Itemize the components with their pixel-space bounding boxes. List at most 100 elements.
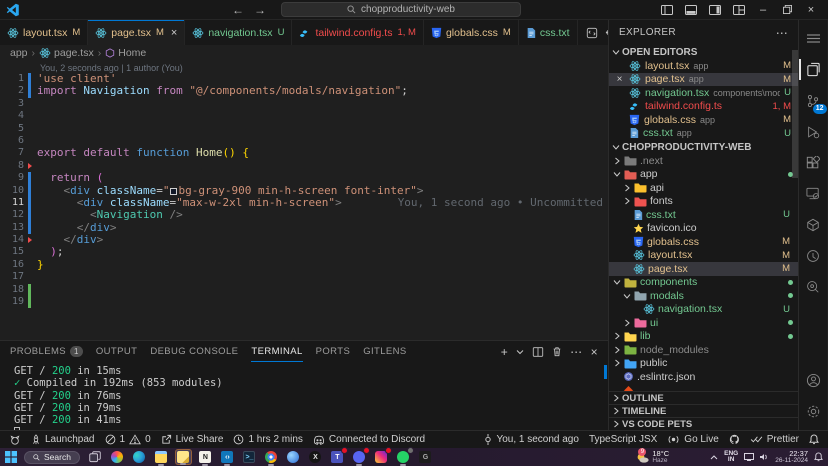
open-editors-section-header[interactable]: OPEN EDITORS — [609, 45, 798, 59]
tab-layout.tsx[interactable]: layout.tsxM — [0, 20, 88, 45]
taskbar-app-file-explorer[interactable] — [153, 449, 170, 465]
panel-tab-output[interactable]: OUTPUT — [96, 341, 137, 362]
tree-item-partial[interactable] — [609, 384, 798, 392]
tree-item-app[interactable]: app — [609, 168, 798, 182]
status-vscode-pets[interactable] — [4, 431, 26, 448]
explorer-more-actions-icon[interactable]: ⋯ — [776, 26, 788, 40]
tree-item-ui[interactable]: ui — [609, 316, 798, 330]
start-button-icon[interactable] — [5, 451, 17, 463]
customize-layout-icon[interactable] — [728, 1, 750, 19]
status-live-share[interactable]: Live Share — [156, 431, 229, 448]
tray-expand-icon[interactable] — [710, 455, 718, 460]
terminal-dropdown-icon[interactable] — [516, 349, 524, 355]
toggle-panel-icon[interactable] — [680, 1, 702, 19]
tree-item-.eslintrc.json[interactable]: .eslintrc.json — [609, 370, 798, 384]
taskbar-app-instagram[interactable] — [373, 449, 390, 465]
status-notifications[interactable] — [804, 431, 824, 448]
toggle-sidebar-icon[interactable] — [656, 1, 678, 19]
taskbar-app-xbox[interactable]: X — [307, 449, 324, 465]
close-tab-icon[interactable]: × — [171, 27, 177, 39]
cast-icon[interactable] — [744, 453, 754, 461]
status-git-blame[interactable]: You, 1 second ago — [479, 431, 583, 448]
open-changes-icon[interactable] — [586, 27, 598, 39]
section-timeline[interactable]: TIMELINE — [609, 404, 798, 417]
activity-account[interactable] — [799, 365, 828, 396]
tree-item-node_modules[interactable]: node_modules — [609, 343, 798, 357]
status-github[interactable] — [724, 431, 745, 448]
taskbar-search[interactable]: Search — [24, 451, 80, 464]
tree-item-favicon.ico[interactable]: favicon.ico — [609, 222, 798, 236]
activity-explorer[interactable] — [799, 54, 828, 85]
status-launchpad[interactable]: Launchpad — [26, 431, 100, 448]
activity-gitlens[interactable] — [799, 240, 828, 271]
taskbar-app-opera-gx[interactable]: G — [417, 449, 434, 465]
tree-item-globals.css[interactable]: globals.cssM — [609, 235, 798, 249]
language-indicator[interactable]: ENGIN — [724, 451, 738, 464]
taskbar-app-discord[interactable] — [351, 449, 368, 465]
panel-tab-ports[interactable]: PORTS — [316, 341, 351, 362]
tree-item-navigation.tsx[interactable]: navigation.tsxU — [609, 303, 798, 317]
volume-icon[interactable] — [760, 453, 769, 461]
tab-page.tsx[interactable]: page.tsxM× — [88, 20, 185, 45]
toggle-secondary-sidebar-icon[interactable] — [704, 1, 726, 19]
tree-item-fonts[interactable]: fonts — [609, 195, 798, 209]
panel-tab-terminal[interactable]: TERMINAL — [251, 341, 302, 362]
activity-dependencies[interactable] — [799, 209, 828, 240]
open-editor-layout.tsx[interactable]: layout.tsxappM — [609, 59, 798, 73]
taskbar-app-edge[interactable] — [131, 449, 148, 465]
taskbar-app-vscode[interactable]: ‹› — [219, 449, 236, 465]
terminal-scrollbar[interactable] — [604, 365, 607, 379]
status-go-live[interactable]: Go Live — [662, 431, 723, 448]
taskbar-app-notion[interactable]: N — [197, 449, 214, 465]
new-terminal-button[interactable]: + — [501, 345, 508, 359]
close-panel-icon[interactable]: × — [591, 345, 598, 359]
activity-run-debug[interactable] — [799, 116, 828, 147]
close-window-button[interactable]: × — [800, 1, 822, 19]
activity-settings[interactable] — [799, 396, 828, 427]
tree-item-.next[interactable]: .next — [609, 154, 798, 168]
taskbar-app-copilot[interactable] — [285, 449, 302, 465]
tray-clock[interactable]: 22:37 26-11-2024 — [775, 450, 808, 464]
tree-item-page.tsx[interactable]: page.tsxM — [609, 262, 798, 276]
taskbar-app-sticky-notes[interactable] — [175, 449, 192, 465]
code-editor[interactable]: You, 2 seconds ago | 1 author (You)1'use… — [0, 61, 608, 340]
terminal[interactable]: GET / 200 in 15ms✓ Compiled in 192ms (85… — [0, 362, 608, 439]
breadcrumb-item-page.tsx[interactable]: page.tsx — [39, 47, 94, 59]
activity-menu[interactable] — [799, 23, 828, 54]
nav-forward-button[interactable]: → — [254, 3, 266, 17]
activity-gitlens-inspect[interactable] — [799, 271, 828, 302]
tab-css.txt[interactable]: css.txt — [519, 20, 578, 45]
workspace-root-header[interactable]: CHOPPRODUCTIVITY-WEB — [609, 140, 798, 154]
panel-tab-gitlens[interactable]: GITLENS — [363, 341, 406, 362]
open-editor-globals.css[interactable]: globals.cssappM — [609, 113, 798, 127]
tree-item-public[interactable]: public — [609, 357, 798, 371]
panel-tab-problems[interactable]: PROBLEMS1 — [10, 341, 83, 362]
minimize-button[interactable]: – — [752, 1, 774, 19]
tree-item-components[interactable]: components — [609, 276, 798, 290]
taskbar-app-chrome[interactable] — [263, 449, 280, 465]
status-problems-summary[interactable]: 10 — [100, 431, 156, 448]
open-editor-tailwind.config.ts[interactable]: tailwind.config.ts1, M — [609, 100, 798, 114]
tab-navigation.tsx[interactable]: navigation.tsxU — [185, 20, 292, 45]
taskbar-app-task-view[interactable] — [87, 449, 104, 465]
open-editor-css.txt[interactable]: css.txtappU — [609, 127, 798, 141]
activity-source-control[interactable]: 12 — [799, 85, 828, 116]
taskbar-app-teams[interactable]: T — [329, 449, 346, 465]
open-editor-page.tsx[interactable]: ×page.tsxappM — [609, 73, 798, 87]
tree-item-modals[interactable]: modals — [609, 289, 798, 303]
open-editor-navigation.tsx[interactable]: navigation.tsxcomponents\modalsU — [609, 86, 798, 100]
search-command-center[interactable]: chopproductivity-web — [281, 2, 521, 17]
activity-live-preview[interactable] — [799, 178, 828, 209]
status-language-mode[interactable]: TypeScript JSX — [584, 431, 662, 448]
breadcrumb-item-app[interactable]: app — [10, 47, 28, 59]
notification-bell-icon[interactable] — [814, 452, 823, 462]
split-terminal-icon[interactable] — [532, 346, 544, 358]
tab-tailwind.config.ts[interactable]: tailwind.config.ts1, M — [292, 20, 424, 45]
taskbar-weather[interactable]: 9 18°C Haze — [635, 450, 669, 464]
tree-item-api[interactable]: api — [609, 181, 798, 195]
taskbar-app-photos[interactable] — [109, 449, 126, 465]
taskbar-app-whatsapp[interactable] — [395, 449, 412, 465]
panel-tab-debug-console[interactable]: DEBUG CONSOLE — [150, 341, 238, 362]
kill-terminal-icon[interactable] — [552, 346, 562, 357]
tree-item-layout.tsx[interactable]: layout.tsxM — [609, 249, 798, 263]
